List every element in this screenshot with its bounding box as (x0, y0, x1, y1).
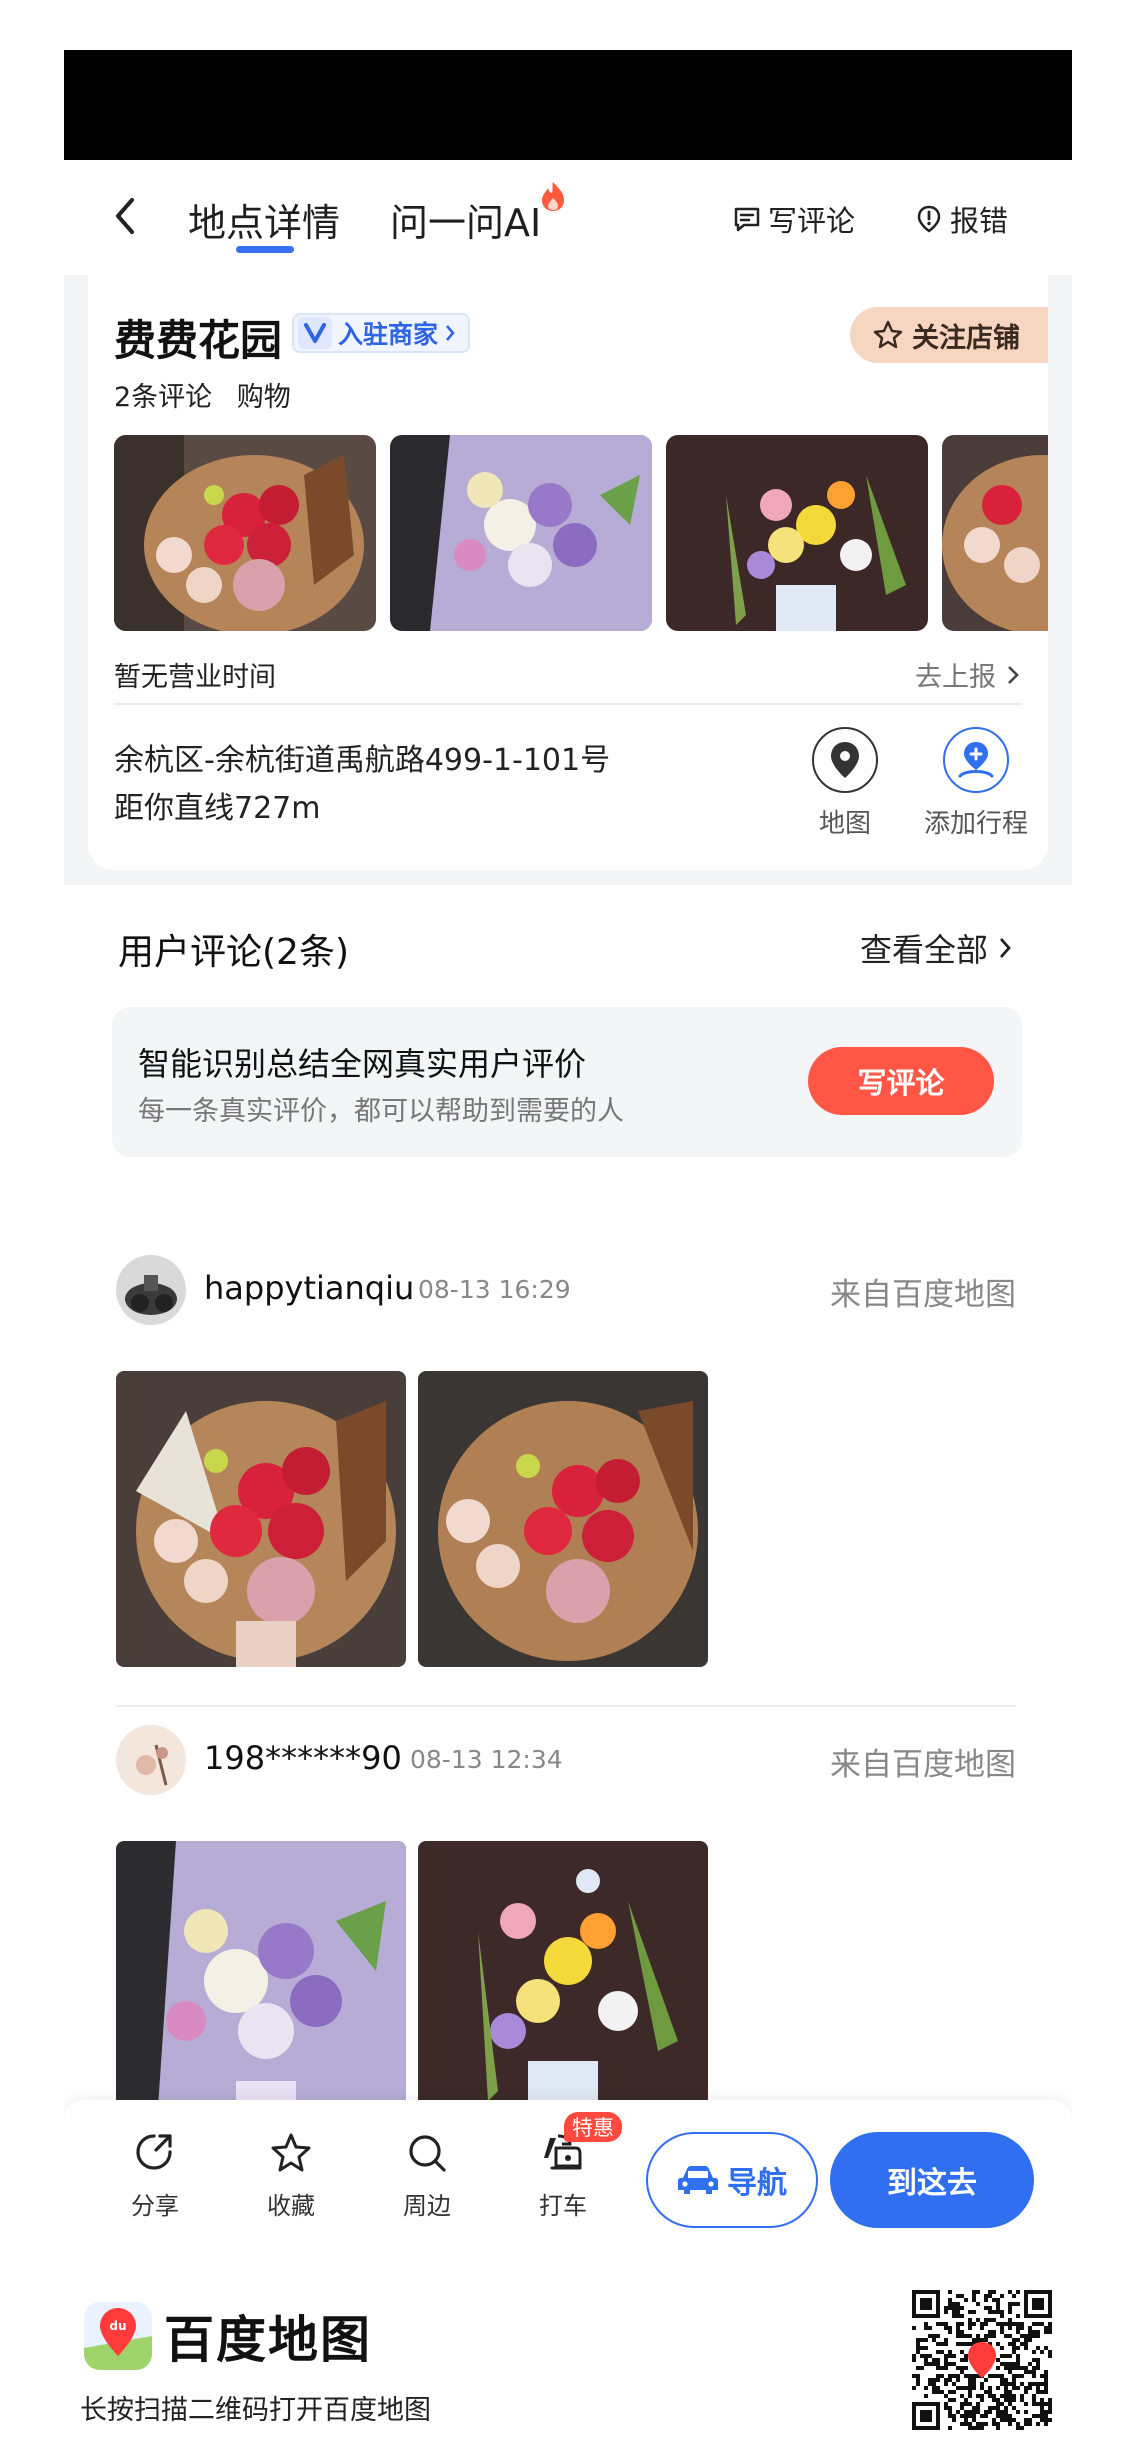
ai-summary-banner: 智能识别总结全网真实用户评价 每一条真实评价，都可以帮助到需要的人 写评论 (112, 1007, 1022, 1157)
share-icon (136, 2134, 172, 2170)
report-hours-label: 去上报 (915, 662, 996, 693)
svg-text:du: du (109, 2319, 126, 2333)
divider (116, 1705, 1016, 1707)
bottom-action-bar: 分享 收藏 周边 打车 特惠 导航 到这去 (64, 2100, 1072, 2265)
tab-place-detail[interactable]: 地点详情 (188, 192, 340, 247)
nearby-button[interactable]: 周边 (382, 2130, 472, 2221)
back-icon[interactable] (106, 194, 146, 238)
chevron-right-icon (999, 938, 1011, 958)
promo-badge: 特惠 (564, 2112, 622, 2142)
footer-hint: 长按扫描二维码打开百度地图 (80, 2395, 431, 2426)
footer-logo: du 百度地图 (84, 2300, 372, 2372)
star-icon (873, 320, 903, 349)
verified-icon (298, 317, 332, 349)
phone-screen: 地点详情 问一问AI 写评论 报错 费费花园 入驻商家 关注店铺 2条评论 购物 (64, 50, 1072, 2265)
review-photo[interactable] (116, 1371, 406, 1667)
review-source: 来自百度地图 (830, 1277, 1016, 1313)
review-photo[interactable] (116, 1841, 406, 2137)
active-tab-indicator (236, 246, 294, 253)
location-pin-icon (831, 742, 859, 778)
top-nav: 地点详情 问一问AI 写评论 报错 (64, 160, 1072, 275)
share-button[interactable]: 分享 (110, 2130, 200, 2221)
gallery-photo[interactable] (942, 435, 1048, 631)
share-label: 分享 (131, 2192, 179, 2220)
review-username[interactable]: 198******90 (204, 1739, 402, 1777)
see-all-label: 查看全部 (859, 931, 988, 969)
report-error-label: 报错 (950, 204, 1009, 238)
review-source: 来自百度地图 (830, 1747, 1016, 1783)
review-item: 198******90 08-13 12:34 来自百度地图 (116, 1725, 1016, 2145)
tab-ask-ai[interactable]: 问一问AI (390, 192, 541, 247)
review-photo[interactable] (418, 1841, 708, 2137)
place-card: 费费花园 入驻商家 关注店铺 2条评论 购物 暂无营业时间 去上报 余杭区-余杭… (88, 275, 1048, 870)
review-photo[interactable] (418, 1371, 708, 1667)
search-icon (409, 2135, 446, 2172)
favorite-button[interactable]: 收藏 (246, 2130, 336, 2221)
reviews-section: 用户评论(2条) 查看全部 智能识别总结全网真实用户评价 每一条真实评价，都可以… (64, 885, 1072, 2265)
gallery-photo[interactable] (114, 435, 376, 631)
follow-shop-button[interactable]: 关注店铺 (850, 307, 1048, 363)
go-here-button[interactable]: 到这去 (830, 2132, 1034, 2228)
gallery-photo[interactable] (666, 435, 928, 631)
address-text: 余杭区-余杭街道禹航路499-1-101号 (114, 743, 611, 778)
chevron-right-icon (446, 325, 455, 341)
gallery-photo[interactable] (390, 435, 652, 631)
review-time: 08-13 12:34 (410, 1745, 563, 1774)
review-item: happytianqiu 08-13 16:29 来自百度地图 (116, 1255, 1016, 1675)
avatar[interactable] (116, 1255, 186, 1325)
see-all-reviews-link[interactable]: 查看全部 (860, 925, 1012, 971)
business-hours: 暂无营业时间 (114, 662, 276, 693)
distance-text: 距你直线727m (114, 791, 321, 826)
address-block[interactable]: 余杭区-余杭街道禹航路499-1-101号 距你直线727m (114, 737, 610, 833)
merchant-badge[interactable]: 入驻商家 (292, 313, 471, 353)
place-name: 费费花园 (114, 316, 283, 365)
taxi-label: 打车 (539, 2192, 587, 2220)
review-time: 08-13 16:29 (418, 1275, 571, 1304)
merchant-badge-label: 入驻商家 (338, 320, 439, 349)
photo-gallery[interactable] (114, 435, 1048, 631)
navigate-label: 导航 (727, 2166, 787, 2201)
divider (114, 703, 1022, 705)
report-error-action[interactable]: 报错 (914, 198, 1008, 240)
fire-icon (542, 182, 564, 211)
footer-brand: 百度地图 (164, 2311, 372, 2369)
car-icon (678, 2166, 718, 2194)
reviews-title: 用户评论(2条) (118, 932, 349, 973)
map-button-label: 地图 (818, 809, 871, 839)
alert-icon (917, 205, 941, 233)
follow-shop-label: 关注店铺 (912, 322, 1020, 354)
navigate-button[interactable]: 导航 (646, 2132, 818, 2228)
add-trip-label: 添加行程 (924, 809, 1029, 839)
write-review-label: 写评论 (768, 204, 856, 238)
write-review-action[interactable]: 写评论 (732, 198, 855, 240)
nearby-label: 周边 (403, 2192, 451, 2220)
map-button[interactable]: 地图 (812, 727, 878, 840)
report-hours-link[interactable]: 去上报 (915, 655, 1020, 694)
taxi-button[interactable]: 打车 (518, 2130, 608, 2221)
review-count[interactable]: 2条评论 (114, 382, 212, 413)
chevron-right-icon (1008, 665, 1019, 684)
favorite-label: 收藏 (267, 2192, 315, 2220)
star-icon (271, 2133, 311, 2172)
ai-summary-subtext: 每一条真实评价，都可以帮助到需要的人 (138, 1096, 624, 1127)
add-trip-button[interactable]: 添加行程 (924, 727, 1028, 840)
status-bar (64, 50, 1072, 160)
avatar[interactable] (116, 1725, 186, 1795)
qr-code (912, 2290, 1052, 2430)
place-meta: 2条评论 购物 (114, 375, 307, 414)
baidu-maps-logo: du (84, 2302, 152, 2370)
place-category: 购物 (236, 382, 291, 413)
review-username[interactable]: happytianqiu (204, 1269, 414, 1307)
write-review-button[interactable]: 写评论 (808, 1047, 994, 1115)
comment-icon (734, 207, 760, 232)
add-trip-icon (958, 742, 994, 778)
ai-summary-headline: 智能识别总结全网真实用户评价 (138, 1045, 587, 1083)
